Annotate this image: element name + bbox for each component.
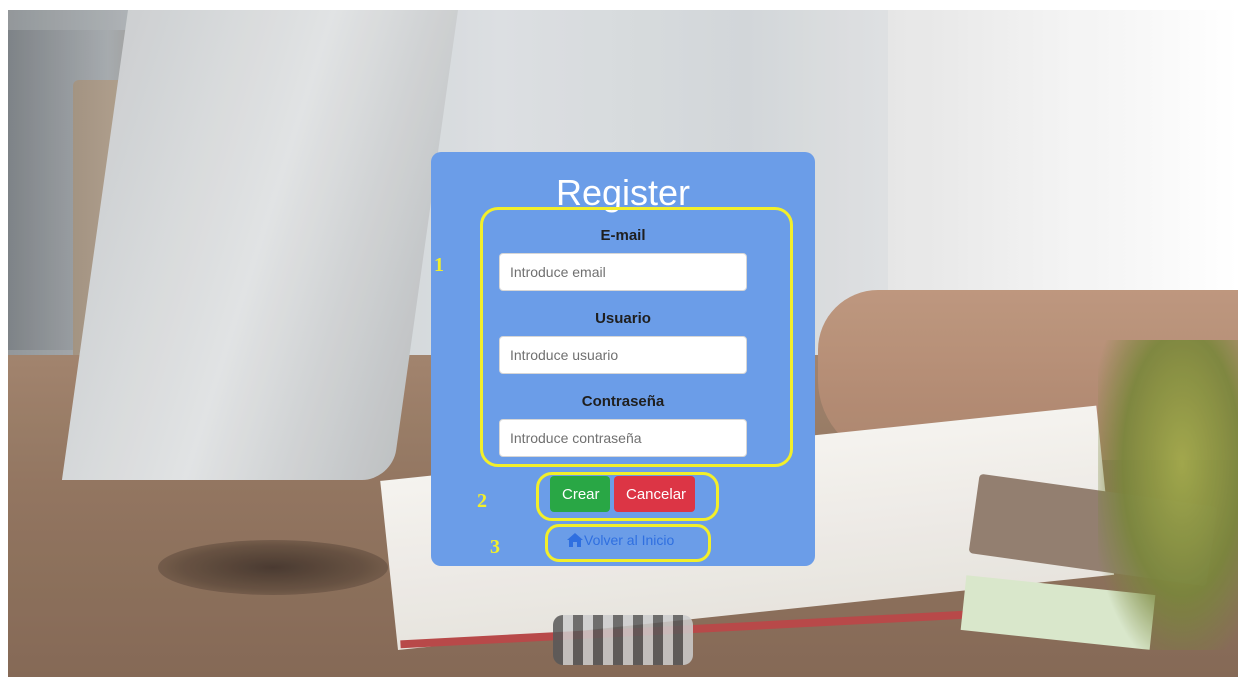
annotation-number-3: 3: [490, 536, 500, 558]
annotation-highlight-fields: [480, 207, 793, 467]
annotation-number-2: 2: [477, 490, 487, 512]
annotation-number-1: 1: [434, 254, 444, 276]
annotation-highlight-buttons: [536, 472, 719, 521]
page: Register E-mail Usuario Contraseña Crear…: [0, 0, 1238, 677]
annotation-highlight-home-link: [545, 524, 711, 562]
